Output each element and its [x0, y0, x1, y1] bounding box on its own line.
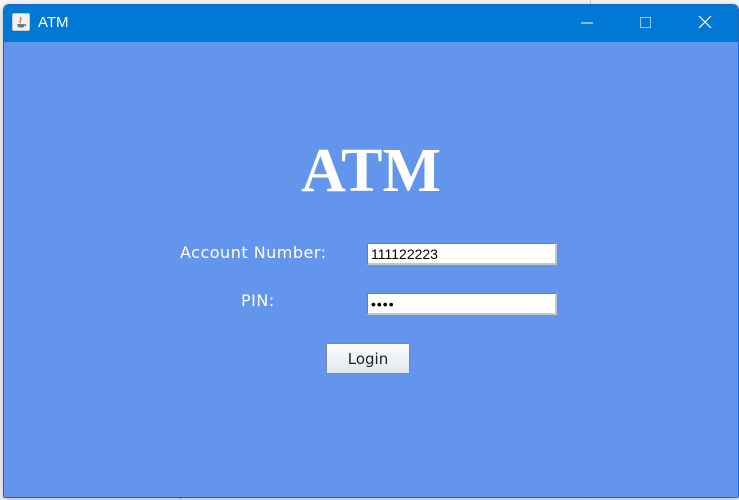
close-button[interactable] — [676, 5, 734, 42]
title-bar[interactable]: ATM — [4, 5, 738, 42]
login-panel: ATM Account Number: PIN: Login — [4, 42, 738, 497]
pin-label: PIN: — [241, 291, 275, 310]
account-number-label: Account Number: — [180, 243, 327, 262]
window-title: ATM — [38, 14, 69, 31]
minimize-button[interactable] — [558, 5, 616, 42]
close-icon — [698, 14, 712, 33]
maximize-icon — [640, 14, 652, 33]
login-button[interactable]: Login — [326, 343, 410, 374]
maximize-button[interactable] — [617, 5, 675, 42]
atm-window: ATM ATM Account Number: PIN: Logi — [3, 4, 739, 498]
minimize-icon — [581, 14, 593, 33]
java-app-icon — [12, 13, 30, 31]
page-title: ATM — [300, 137, 442, 205]
account-number-input[interactable] — [367, 243, 557, 265]
pin-password-field[interactable] — [367, 293, 557, 315]
